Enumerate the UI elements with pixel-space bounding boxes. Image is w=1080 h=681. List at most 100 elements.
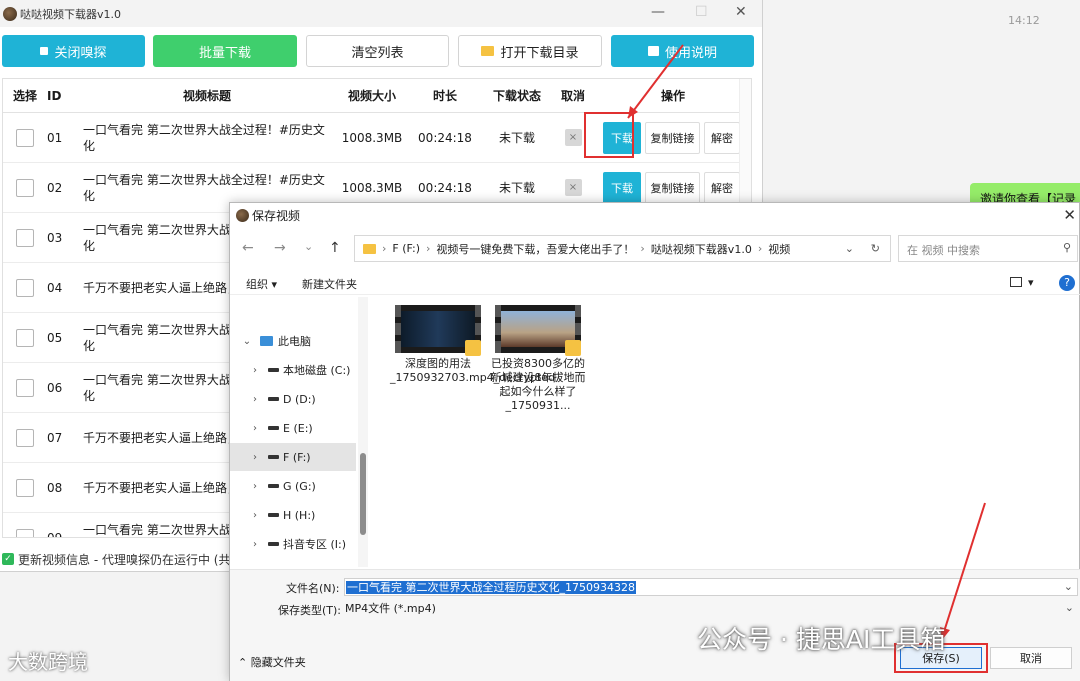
- nav-item[interactable]: › F (F:): [230, 443, 356, 471]
- nav-item[interactable]: › G (G:): [230, 472, 356, 500]
- filetype-select[interactable]: MP4文件 (*.mp4) ⌄: [344, 600, 1078, 618]
- address-row: ← → ⌄ ↑ › F (F:) › 视频号一键免费下载，吾爱大佬出手了！ › …: [230, 233, 1080, 263]
- row-checkbox[interactable]: [16, 428, 34, 447]
- nav-scroll-thumb[interactable]: [360, 453, 366, 535]
- dialog-close-icon[interactable]: ✕: [1063, 206, 1076, 224]
- table-row[interactable]: 01 一口气看完 第二次世界大战全过程！#历史文化 1008.3MB 00:24…: [3, 113, 751, 163]
- file-name: 已投资8300多亿的新城建设8年拔地而起如今什么样了_1750931...: [490, 357, 586, 412]
- row-select: [3, 178, 47, 197]
- row-duration: 00:24:18: [418, 130, 472, 145]
- table-header: 选择 ID 视频标题 视频大小 时长 下载状态 取消 操作: [3, 79, 751, 113]
- filetype-dropdown-icon[interactable]: ⌄: [1065, 601, 1074, 614]
- row-title: 一口气看完 第二次世界大战全过程！#历史文化: [83, 122, 325, 153]
- batch-download-button[interactable]: 批量下载: [153, 35, 297, 67]
- nav-scrollbar[interactable]: [358, 297, 368, 567]
- path-folder-3[interactable]: 视频: [768, 241, 790, 257]
- path-drive[interactable]: F (F:): [392, 242, 420, 255]
- player-badge-icon: [565, 340, 581, 356]
- chevron-down-icon[interactable]: ⌄: [240, 336, 254, 347]
- row-select: [3, 128, 47, 147]
- copy-link-button[interactable]: 复制链接: [645, 171, 700, 204]
- file-item[interactable]: 深度图的用法_1750932703.mp4_decrypted: [390, 303, 555, 385]
- row-id: 03: [47, 230, 63, 245]
- cancel-button[interactable]: 取消: [990, 647, 1072, 669]
- chevron-right-icon[interactable]: ›: [248, 510, 262, 521]
- chevron-right-icon[interactable]: ›: [248, 394, 262, 405]
- help-icon[interactable]: ?: [1059, 275, 1075, 291]
- row-checkbox[interactable]: [16, 378, 34, 397]
- view-icon[interactable]: [1010, 277, 1022, 287]
- chevron-right-icon[interactable]: ›: [248, 423, 262, 434]
- chevron-right-icon[interactable]: ›: [248, 452, 262, 463]
- manual-button[interactable]: 使用说明: [611, 35, 754, 67]
- row-id: 08: [47, 480, 63, 495]
- nav-label: F (F:): [283, 450, 311, 464]
- view-dropdown-icon[interactable]: ▾: [1028, 276, 1034, 289]
- watermark-brand: 大数跨境: [8, 650, 88, 674]
- back-icon[interactable]: ←: [242, 240, 254, 256]
- nav-label: 本地磁盘 (C:): [283, 364, 351, 377]
- filename-input[interactable]: 一口气看完 第二次世界大战全过程历史文化_1750934328 ⌄: [344, 578, 1078, 596]
- col-size: 视频大小: [347, 89, 396, 103]
- nav-item[interactable]: ⌄ 此电脑: [230, 327, 356, 355]
- forward-icon[interactable]: →: [274, 240, 286, 256]
- path-folder-2[interactable]: 哒哒视频下载器v1.0: [651, 241, 752, 257]
- address-bar[interactable]: › F (F:) › 视频号一键免费下载，吾爱大佬出手了！ › 哒哒视频下载器v…: [354, 235, 891, 262]
- chevron-right-icon[interactable]: ›: [248, 365, 262, 376]
- row-checkbox[interactable]: [16, 228, 34, 247]
- decrypt-button[interactable]: 解密: [704, 171, 740, 204]
- nav-item[interactable]: › E (E:): [230, 414, 356, 442]
- organize-menu[interactable]: 组织 ▾: [246, 276, 277, 292]
- batch-download-label: 批量下载: [198, 45, 251, 61]
- row-checkbox[interactable]: [16, 478, 34, 497]
- refresh-icon[interactable]: ↻: [871, 242, 880, 255]
- path-folder-1[interactable]: 视频号一键免费下载，吾爱大佬出手了！: [436, 241, 634, 257]
- download-highlight-box: [584, 112, 634, 158]
- drive-icon: [268, 455, 279, 459]
- row-checkbox[interactable]: [16, 178, 34, 197]
- row-checkbox[interactable]: [16, 528, 34, 537]
- nav-item[interactable]: › H (H:): [230, 501, 356, 529]
- copy-link-button[interactable]: 复制链接: [645, 121, 700, 154]
- chevron-right-icon[interactable]: ›: [248, 539, 262, 550]
- filename-dropdown-icon[interactable]: ⌄: [1064, 580, 1073, 593]
- open-dir-button[interactable]: 打开下载目录: [458, 35, 602, 67]
- up-icon[interactable]: ↑: [329, 240, 341, 256]
- clear-list-button[interactable]: 清空列表: [306, 35, 449, 67]
- new-folder-button[interactable]: 新建文件夹: [302, 276, 357, 292]
- status-text: 更新视频信息 - 代理嗅探仍在运行中 (共1: [18, 552, 239, 567]
- close-sniff-button[interactable]: 关闭嗅探: [2, 35, 145, 67]
- row-checkbox[interactable]: [16, 328, 34, 347]
- chat-time: 14:12: [1008, 14, 1040, 27]
- search-input[interactable]: 在 视频 中搜索 ⚲: [898, 235, 1078, 262]
- nav-item[interactable]: › 抖音专区 (I:): [230, 530, 356, 558]
- download-button[interactable]: 下载: [603, 171, 641, 204]
- check-icon: ✓: [2, 553, 14, 565]
- cancel-x-button[interactable]: ×: [564, 129, 582, 146]
- row-checkbox[interactable]: [16, 278, 34, 297]
- nav-item[interactable]: › 本地磁盘 (C:): [230, 356, 356, 384]
- chevron-right-icon[interactable]: ›: [248, 481, 262, 492]
- nav-item[interactable]: › D (D:): [230, 385, 356, 413]
- minimize-icon[interactable]: —: [651, 4, 665, 20]
- address-dropdown-icon[interactable]: ⌄: [845, 242, 854, 255]
- row-select: [3, 228, 47, 247]
- cancel-x-button[interactable]: ×: [564, 179, 582, 196]
- row-title: 一口气看完 第二次世界大战全过程！#历史文化: [83, 172, 325, 203]
- recent-chevron-icon[interactable]: ⌄: [304, 240, 313, 253]
- filetype-value: MP4文件 (*.mp4): [345, 602, 436, 615]
- dialog-title: 保存视频: [252, 208, 301, 223]
- row-id: 02: [47, 180, 63, 195]
- app-titlebar: 哒哒视频下载器v1.0: [0, 0, 762, 27]
- col-id: ID: [47, 88, 62, 103]
- close-icon[interactable]: ✕: [735, 4, 747, 20]
- nav-label: D (D:): [283, 392, 316, 406]
- file-item[interactable]: 已投资8300多亿的新城建设8年拔地而起如今什么样了_1750931...: [490, 303, 586, 413]
- nav-label: H (H:): [283, 508, 316, 522]
- nav-label: 此电脑: [278, 335, 311, 348]
- col-cancel: 取消: [560, 89, 585, 103]
- save-dialog: 保存视频 ✕ ← → ⌄ ↑ › F (F:) › 视频号一键免费下载，吾爱大佬…: [229, 202, 1080, 681]
- hide-folders-toggle[interactable]: ⌃ 隐藏文件夹: [238, 654, 306, 670]
- row-checkbox[interactable]: [16, 128, 34, 147]
- decrypt-button[interactable]: 解密: [704, 121, 740, 154]
